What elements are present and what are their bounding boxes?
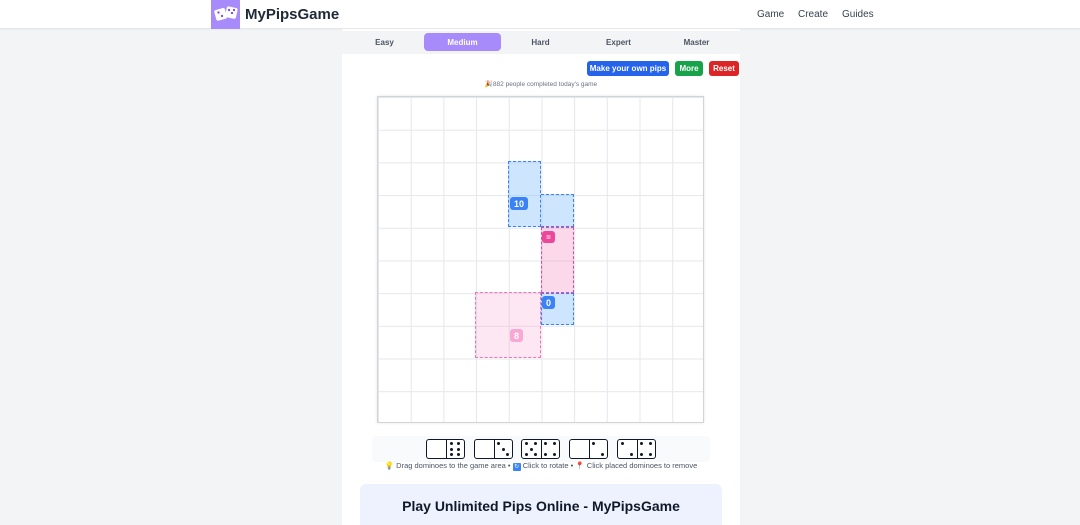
region-sum-10-side[interactable] — [541, 194, 574, 227]
pip — [457, 447, 461, 451]
region-sum-10-upper[interactable] — [508, 161, 541, 227]
pip — [457, 452, 461, 456]
pip — [506, 452, 510, 456]
pip — [630, 452, 634, 456]
pip — [621, 442, 625, 446]
domino-half-0 — [427, 440, 446, 458]
pip — [525, 442, 529, 446]
domino-half-0 — [475, 440, 494, 458]
pip — [534, 442, 538, 446]
completed-text: 882 people completed today's game — [492, 81, 598, 88]
domino-2-4[interactable] — [617, 439, 656, 459]
pip — [640, 452, 644, 456]
lightbulb-icon: 💡 — [384, 461, 395, 470]
pip — [534, 452, 538, 456]
hint-rotate: Click to rotate — [522, 461, 569, 470]
party-icon: 🎉 — [484, 81, 493, 88]
brand-name[interactable]: MyPipsGame — [245, 6, 339, 23]
make-own-pips-button[interactable]: Make your own pips — [587, 61, 669, 76]
reset-button[interactable]: Reset — [709, 61, 739, 76]
pip — [457, 442, 461, 446]
domino-half-2 — [618, 440, 637, 458]
domino-half-4 — [636, 440, 656, 458]
instructions: 💡 Drag dominoes to the game area • ↻ Cli… — [384, 461, 698, 471]
pip — [450, 447, 454, 451]
rotate-icon: ↻ — [512, 463, 521, 471]
pip — [501, 447, 505, 451]
pip — [649, 452, 653, 456]
completed-count: 🎉882 people completed today's game — [342, 80, 740, 88]
tab-expert[interactable]: Expert — [580, 33, 657, 51]
tab-easy[interactable]: Easy — [346, 33, 423, 51]
more-button[interactable]: More — [675, 61, 703, 76]
domino-half-6 — [445, 440, 465, 458]
domino-half-3 — [493, 440, 513, 458]
dice-icon — [213, 5, 238, 21]
footer-title: Play Unlimited Pips Online - MyPipsGame — [402, 498, 680, 514]
hint-drag: Drag dominoes to the game area — [396, 461, 506, 470]
domino-half-5 — [522, 440, 541, 458]
pip — [497, 442, 501, 446]
pip — [525, 452, 529, 456]
top-nav-bar — [0, 0, 1080, 29]
domino-half-4 — [540, 440, 560, 458]
region-badge-8: 8 — [510, 329, 523, 342]
tab-hard[interactable]: Hard — [502, 33, 579, 51]
tab-medium[interactable]: Medium — [424, 33, 501, 51]
nav-create[interactable]: Create — [798, 9, 828, 20]
tab-master[interactable]: Master — [658, 33, 735, 51]
domino-0-3[interactable] — [474, 439, 513, 459]
region-badge-equal: = — [542, 231, 555, 243]
pip — [640, 442, 644, 446]
hint-remove: Click placed dominoes to remove — [586, 461, 698, 470]
nav-guides[interactable]: Guides — [842, 9, 874, 20]
logo[interactable] — [211, 0, 240, 29]
region-badge-0: 0 — [542, 296, 555, 309]
region-badge-10: 10 — [510, 197, 528, 210]
domino-5-4[interactable] — [521, 439, 560, 459]
pin-icon: 📍 — [575, 461, 585, 470]
pip — [601, 452, 605, 456]
pip — [592, 442, 596, 446]
pip — [544, 452, 548, 456]
pip — [553, 442, 557, 446]
domino-half-0 — [570, 440, 589, 458]
pip — [649, 442, 653, 446]
domino-0-6[interactable] — [426, 439, 465, 459]
pip — [529, 447, 533, 451]
nav-game[interactable]: Game — [757, 9, 784, 20]
domino-0-2[interactable] — [569, 439, 608, 459]
pip — [450, 452, 454, 456]
pip — [553, 452, 557, 456]
pip — [544, 442, 548, 446]
region-sum-8[interactable] — [475, 292, 541, 358]
domino-half-2 — [588, 440, 608, 458]
pip — [450, 442, 454, 446]
